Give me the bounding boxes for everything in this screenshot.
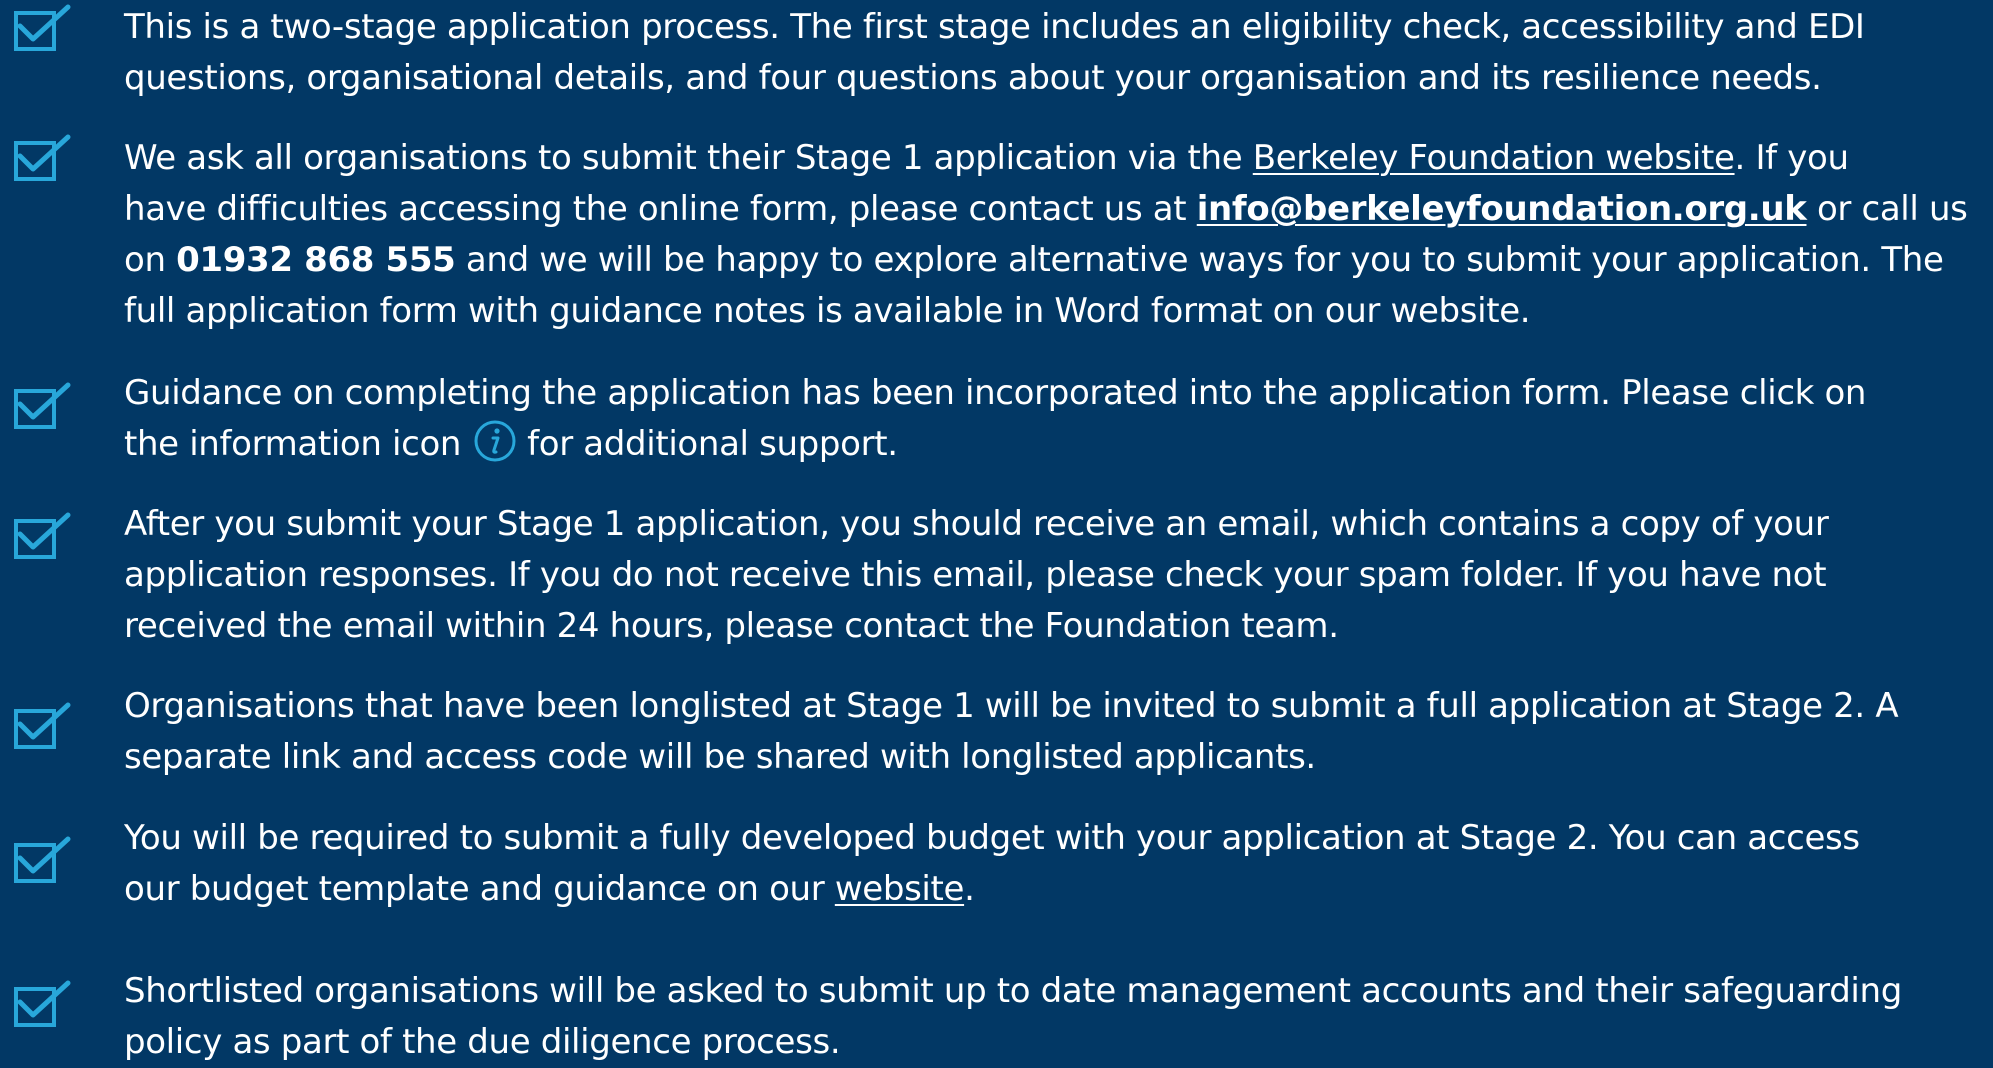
item-text-line: This is a two-stage application process.… [124,7,1865,47]
berkeley-foundation-website-link[interactable]: Berkeley Foundation website [1253,138,1735,178]
text-segment: have difficulties accessing the online f… [124,189,1197,229]
item-text-line: We ask all organisations to submit their… [124,133,1984,184]
application-process-list: This is a two-stage application process.… [0,0,1993,1062]
text-segment: for additional support. [527,424,898,464]
item-text-line: application responses. If you do not rec… [124,555,1827,595]
text-segment: . [964,869,975,909]
checked-box-icon [14,134,76,182]
item-text-line: Organisations that have been longlisted … [124,686,1899,726]
text-segment: our budget template and guidance on our [124,869,835,909]
info-circle-icon [473,419,517,463]
item-text-line: Guidance on completing the application h… [124,373,1867,413]
item-text-line: You will be required to submit a fully d… [124,818,1860,858]
website-link[interactable]: website [835,869,965,909]
item-text-line: full application form with guidance note… [124,291,1531,331]
text-segment: . If you [1734,138,1849,178]
checked-box-icon [14,980,76,1028]
text-segment: on [124,240,177,280]
item-text-line: our budget template and guidance on our … [124,864,1984,915]
checked-box-icon [14,702,76,750]
phone-number: 01932 868 555 [176,240,456,280]
email-link[interactable]: info@berkeleyfoundation.org.uk [1197,189,1807,229]
checked-box-icon [14,382,76,430]
item-text-line: questions, organisational details, and f… [124,58,1822,98]
item-text-line: After you submit your Stage 1 applicatio… [124,504,1829,544]
text-segment: the information icon [124,424,462,464]
item-text-line: have difficulties accessing the online f… [124,184,1984,235]
item-text-line: received the email within 24 hours, plea… [124,606,1339,646]
checked-box-icon [14,836,76,884]
checked-box-icon [14,512,76,560]
checked-box-icon [14,4,76,52]
text-segment: and we will be happy to explore alternat… [455,240,1944,280]
text-segment: We ask all organisations to submit their… [124,138,1253,178]
item-text-line: on 01932 868 555 and we will be happy to… [124,235,1984,286]
text-segment: or call us [1806,189,1968,229]
item-text-line: the information icon for additional suppo… [124,419,1984,470]
item-text-line: Shortlisted organisations will be asked … [124,971,1902,1011]
item-text-line: policy as part of the due diligence proc… [124,1022,841,1062]
item-text-line: separate link and access code will be sh… [124,737,1316,777]
